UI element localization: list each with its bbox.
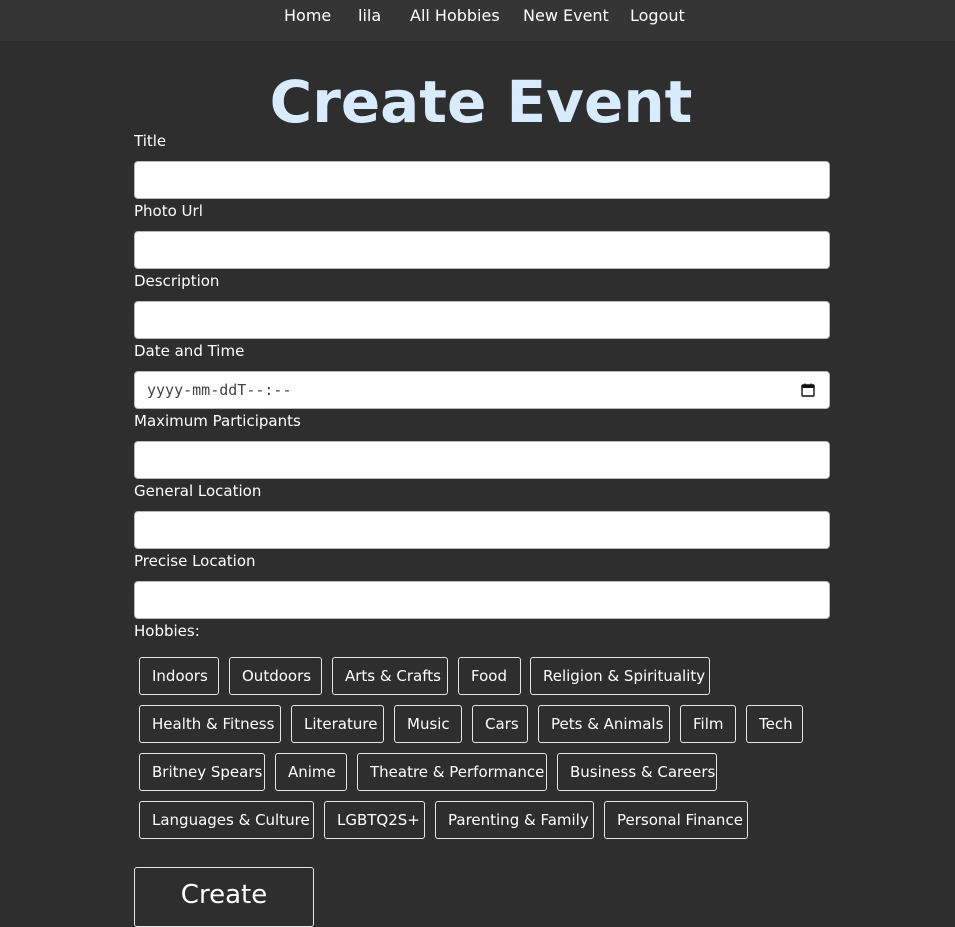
create-button[interactable]: Create (134, 867, 314, 927)
nav-user-link[interactable]: lila (358, 6, 381, 26)
title-label: Title (134, 132, 167, 150)
nav-new-event-link[interactable]: New Event (523, 6, 609, 26)
hobby-button-arts-crafts[interactable]: Arts & Crafts (332, 657, 448, 695)
photo-url-input[interactable] (134, 231, 830, 269)
calendar-icon[interactable] (801, 383, 815, 397)
hobby-button-anime[interactable]: Anime (275, 753, 347, 791)
top-navigation: Home lila All Hobbies New Event Logout (0, 0, 955, 41)
hobby-button-food[interactable]: Food (458, 657, 521, 695)
hobby-button-theatre-performance[interactable]: Theatre & Performance (357, 753, 547, 791)
nav-logout-link[interactable]: Logout (630, 6, 685, 26)
hobby-button-personal-finance[interactable]: Personal Finance (604, 801, 748, 839)
hobby-button-languages-culture[interactable]: Languages & Culture (139, 801, 314, 839)
date-time-input[interactable]: yyyy-mm-ddT--:-- (134, 371, 830, 409)
precise-location-input[interactable] (134, 581, 830, 619)
hobby-button-religion-spirituality[interactable]: Religion & Spirituality (530, 657, 710, 695)
hobby-button-film[interactable]: Film (680, 705, 736, 743)
hobby-button-pets-animals[interactable]: Pets & Animals (538, 705, 670, 743)
date-time-label: Date and Time (134, 342, 245, 360)
hobby-button-music[interactable]: Music (394, 705, 462, 743)
hobby-button-tech[interactable]: Tech (746, 705, 803, 743)
page-title: Create Event (269, 68, 693, 136)
hobby-button-cars[interactable]: Cars (472, 705, 528, 743)
hobby-button-britney-spears[interactable]: Britney Spears (139, 753, 265, 791)
title-input[interactable] (134, 161, 830, 199)
hobby-button-business-careers[interactable]: Business & Careers (557, 753, 717, 791)
hobby-button-lgbtq2s[interactable]: LGBTQ2S+ (324, 801, 425, 839)
hobby-button-literature[interactable]: Literature (291, 705, 384, 743)
max-participants-label: Maximum Participants (134, 412, 301, 430)
hobby-button-health-fitness[interactable]: Health & Fitness (139, 705, 281, 743)
general-location-label: General Location (134, 482, 262, 500)
description-input[interactable] (134, 301, 830, 339)
nav-all-hobbies-link[interactable]: All Hobbies (410, 6, 500, 26)
general-location-input[interactable] (134, 511, 830, 549)
nav-home-link[interactable]: Home (284, 6, 331, 26)
precise-location-label: Precise Location (134, 552, 256, 570)
hobby-button-indoors[interactable]: Indoors (139, 657, 219, 695)
hobby-button-parenting-family[interactable]: Parenting & Family (435, 801, 594, 839)
description-label: Description (134, 272, 220, 290)
hobbies-label: Hobbies: (134, 622, 200, 640)
hobby-button-outdoors[interactable]: Outdoors (229, 657, 322, 695)
photo-url-label: Photo Url (134, 202, 203, 220)
date-time-value: yyyy-mm-ddT--:-- (147, 381, 292, 399)
max-participants-input[interactable] (134, 441, 830, 479)
